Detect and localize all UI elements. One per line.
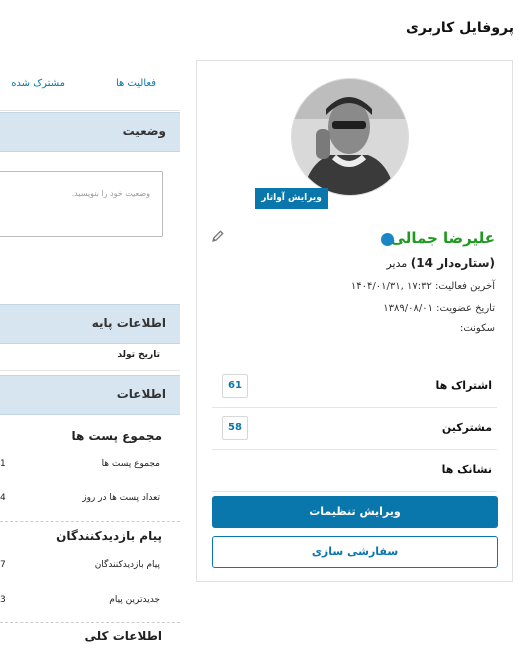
basic-info-title: اطلاعات پایه: [91, 316, 166, 330]
posts-total-value: 1: [0, 459, 6, 469]
info-section-title: اطلاعات: [116, 387, 166, 401]
birthday-label: تاریخ تولد: [117, 350, 160, 360]
posts-per-day-label: تعداد پست ها در روز: [82, 493, 160, 503]
online-status-icon: [381, 233, 394, 246]
visitor-messages-label: پیام بازدیدکنندگان: [94, 560, 160, 570]
page-title: پروفایل کاربری: [406, 20, 514, 36]
stat-row-bookmarks[interactable]: نشانک ها: [212, 450, 497, 492]
tab-subscribed[interactable]: مشترک شده: [11, 78, 65, 89]
stat-label: نشانک ها: [441, 463, 492, 476]
posts-total-label: مجموع پست ها: [101, 459, 160, 469]
customize-button[interactable]: سفارشی سازی: [212, 536, 498, 568]
stat-label: مشترکین: [441, 421, 492, 434]
stat-row-subscribers[interactable]: مشترکین 58: [212, 408, 497, 450]
edit-avatar-button[interactable]: ویرایش آواتار: [255, 188, 328, 209]
stat-count-badge[interactable]: 58: [222, 416, 248, 440]
join-date: تاریخ عضویت: ۱۳۸۹/۰۸/۰۱: [383, 303, 495, 314]
username: علیرضا جمالی: [390, 229, 495, 247]
role-label: مدیر: [386, 257, 408, 270]
visitor-messages-value: 7: [0, 560, 6, 570]
rank-label: (ستاره‌دار 14): [410, 256, 495, 270]
posts-per-day-value: 4: [0, 493, 6, 503]
visitor-messages-subheader: پیام بازدیدکنندگان: [56, 529, 162, 543]
edit-settings-button[interactable]: ویرایش تنظیمات: [212, 496, 498, 528]
stat-row-subscriptions[interactable]: اشتراک ها 61: [212, 366, 497, 408]
basic-info-section-header: اطلاعات پایه: [0, 304, 180, 344]
pencil-icon[interactable]: [211, 229, 225, 243]
latest-message-label: جدیدترین پیام: [109, 595, 160, 605]
status-input[interactable]: وضعیت خود را بنویسید.: [0, 171, 163, 237]
status-placeholder: وضعیت خود را بنویسید.: [71, 189, 150, 198]
stat-count-badge[interactable]: 61: [222, 374, 248, 398]
avatar: [291, 78, 409, 196]
profile-stats: اشتراک ها 61 مشترکین 58 نشانک ها: [212, 366, 497, 492]
last-activity: آخرین فعالیت: ۱۷:۳۲ ,۱۴۰۴/۰۱/۳۱: [350, 281, 495, 292]
profile-content-column: فعالیت ها مشترک شده وضعیت وضعیت خود را ب…: [0, 60, 180, 652]
stat-label: اشتراک ها: [435, 379, 492, 392]
status-section-header: وضعیت: [0, 112, 180, 152]
profile-tabs: فعالیت ها مشترک شده: [0, 60, 180, 111]
divider: [0, 370, 180, 371]
divider: [0, 521, 180, 522]
user-role: (ستاره‌دار 14) مدیر: [386, 256, 495, 270]
posts-subheader: مجموع پست ها: [71, 429, 162, 443]
divider: [0, 622, 180, 623]
info-section-header: اطلاعات: [0, 375, 180, 415]
status-section-title: وضعیت: [122, 124, 166, 138]
latest-message-value: 3: [0, 595, 6, 605]
avatar-photo: [292, 79, 408, 195]
profile-card: ویرایش آواتار علیرضا جمالی (ستاره‌دار 14…: [196, 60, 513, 582]
tab-activities[interactable]: فعالیت ها: [116, 78, 156, 89]
general-info-subheader: اطلاعات کلی: [84, 629, 162, 643]
residence: سکونت:: [459, 323, 495, 334]
